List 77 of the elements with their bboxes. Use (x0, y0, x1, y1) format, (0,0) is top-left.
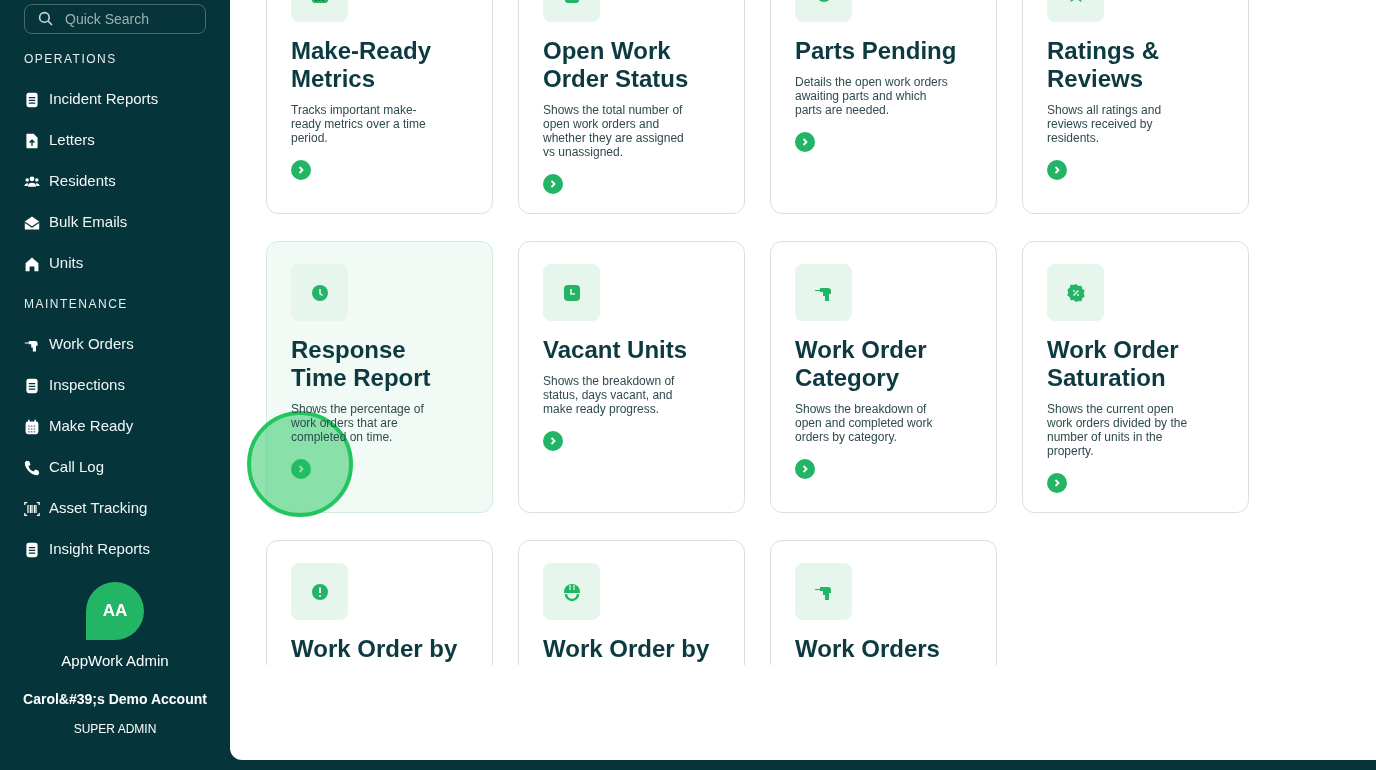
barcode-icon (24, 500, 40, 517)
user-name: AppWork Admin (61, 651, 169, 671)
sidebar-item[interactable]: Insight Reports (24, 529, 206, 570)
report-title: Open Work Order Status (543, 37, 690, 93)
square-clock-icon (561, 282, 582, 303)
report-card[interactable]: Work Order Saturation Shows the current open work orders divided by the number of units in the property. (1022, 241, 1249, 513)
open-report-button[interactable] (543, 431, 563, 451)
report-title: Make-Ready Metrics (291, 37, 433, 93)
search-icon (38, 11, 54, 27)
sidebar-item[interactable]: Units (24, 243, 206, 284)
chevron-right-icon (1052, 165, 1062, 175)
sidebar-item[interactable]: Make Ready (24, 406, 206, 447)
chevron-right-icon (800, 464, 810, 474)
sidebar-item[interactable]: Bulk Emails (24, 202, 206, 243)
badge-icon (1065, 282, 1086, 303)
report-title: Work Orders (795, 635, 941, 663)
report-title: Vacant Units (543, 336, 689, 364)
avatar: AA (86, 582, 144, 640)
report-description: Shows the current open work orders divided by the number of units in the property. (1047, 402, 1189, 458)
open-report-button[interactable] (795, 132, 815, 152)
sidebar-item[interactable]: Work Orders (24, 324, 206, 365)
report-title: Work Order by (543, 635, 711, 663)
report-card[interactable]: Ratings & Reviews Shows all ratings and reviews received by residents. (1022, 0, 1249, 214)
document-icon (24, 377, 40, 394)
report-card[interactable]: Work Order Category Shows the breakdown of open and completed work orders by category. (770, 241, 997, 513)
report-description: Shows all ratings and reviews received by residents. (1047, 103, 1163, 145)
sidebar-item[interactable]: Asset Tracking (24, 488, 206, 529)
helmet-icon (561, 581, 582, 602)
report-card[interactable]: Vacant Units Shows the breakdown of status, days vacant, and make ready progress. (518, 241, 745, 513)
report-card[interactable]: Work Order by (266, 540, 493, 665)
open-report-button[interactable] (291, 459, 311, 479)
report-description: Details the open work orders awaiting parts and which parts are needed. (795, 75, 949, 117)
open-report-button[interactable] (795, 459, 815, 479)
sidebar-item[interactable]: Inspections (24, 365, 206, 406)
sidebar-item[interactable]: Incident Reports (24, 79, 206, 120)
chevron-right-icon (1052, 478, 1062, 488)
alert-icon (309, 581, 330, 602)
report-title: Response Time Report (291, 336, 432, 392)
report-card[interactable]: Make-Ready Metrics Tracks important make-ready metrics over a time period. (266, 0, 493, 214)
account-name: Carol&#39;s Demo Account (23, 689, 207, 709)
house-icon (24, 255, 40, 272)
report-description: Shows the breakdown of status, days vacant, and make ready progress. (543, 374, 676, 416)
chevron-right-icon (296, 464, 306, 474)
document-icon (24, 541, 40, 558)
phone-icon (24, 459, 40, 476)
open-report-button[interactable] (1047, 160, 1067, 180)
clock-icon (309, 282, 330, 303)
report-description: Shows the breakdown of open and completed work orders by category. (795, 402, 934, 444)
section-heading: OPERATIONS (24, 51, 118, 68)
report-title: Parts Pending (795, 37, 958, 65)
report-card[interactable]: Parts Pending Details the open work orders awaiting parts and which parts are needed. (770, 0, 997, 214)
search-field[interactable]: Quick Search (24, 4, 206, 34)
report-title: Work Order Saturation (1047, 336, 1180, 392)
report-title: Work Order by (291, 635, 459, 663)
user-role: SUPER ADMIN (73, 720, 157, 738)
report-card[interactable]: Open Work Order Status Shows the total number of open work orders and whether they are assigned vs unassigned. (518, 0, 745, 214)
report-card[interactable]: Work Order by (518, 540, 745, 665)
report-title: Work Order Category (795, 336, 928, 392)
section-heading: MAINTENANCE (24, 296, 129, 313)
open-report-button[interactable] (543, 174, 563, 194)
chevron-right-icon (800, 137, 810, 147)
sidebar-item[interactable]: Residents (24, 161, 206, 202)
open-report-button[interactable] (291, 160, 311, 180)
sidebar-item[interactable]: Call Log (24, 447, 206, 488)
report-description: Tracks important make-ready metrics over a time period. (291, 103, 427, 145)
report-card[interactable]: Work Orders (770, 540, 997, 665)
chevron-right-icon (548, 436, 558, 446)
chevron-right-icon (296, 165, 306, 175)
open-report-button[interactable] (1047, 473, 1067, 493)
document-icon (24, 91, 40, 108)
sidebar-item[interactable]: Letters (24, 120, 206, 161)
calendar-icon (24, 418, 40, 435)
envelope-icon (24, 214, 40, 231)
report-description: Shows the total number of open work orders and whether they are assigned vs unassigned. (543, 103, 685, 159)
upload-icon (24, 132, 40, 149)
report-title: Ratings & Reviews (1047, 37, 1160, 93)
chevron-right-icon (548, 179, 558, 189)
